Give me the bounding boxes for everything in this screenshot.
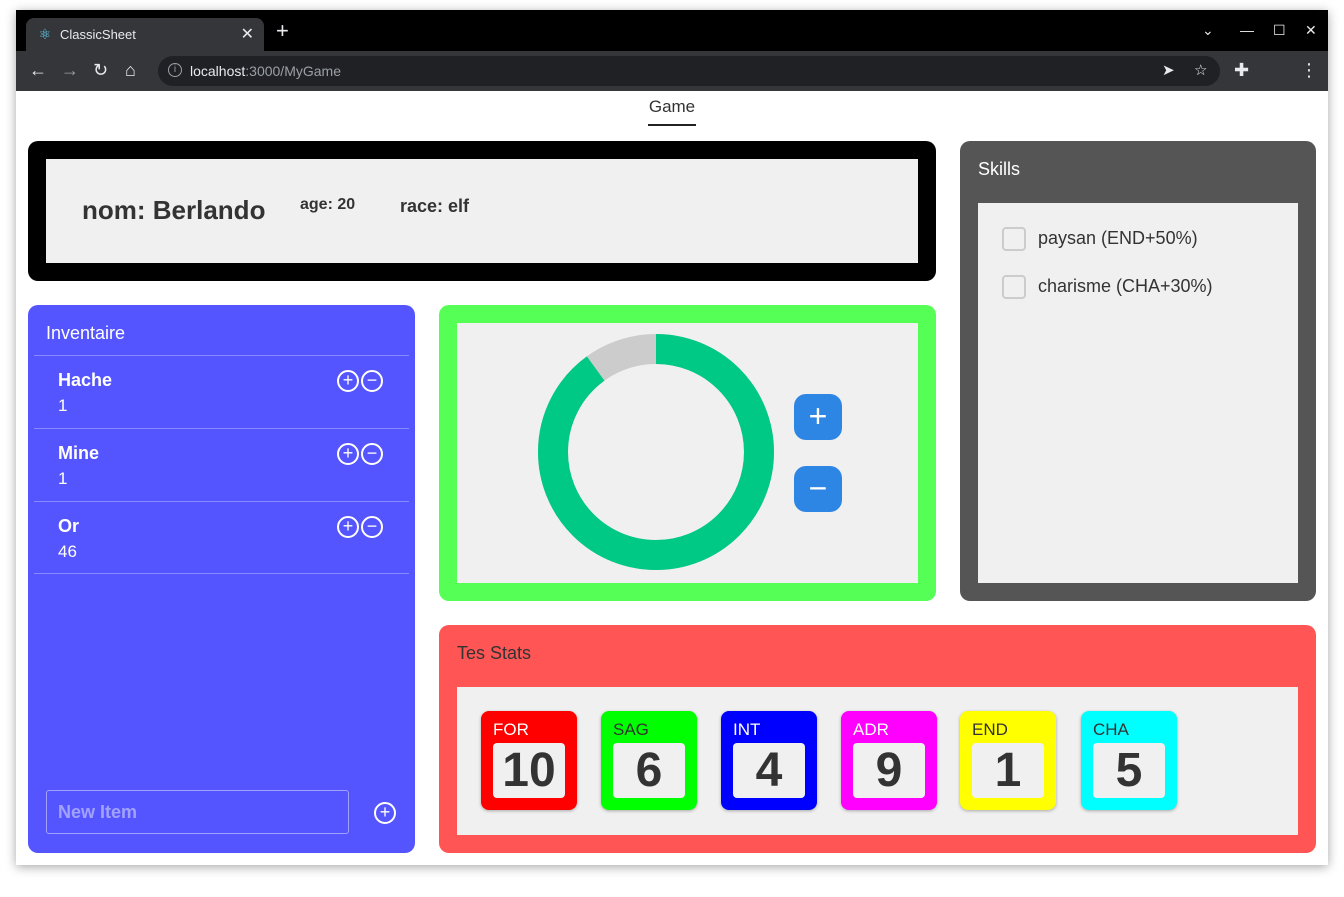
browser-window: ⚛ ClassicSheet ✕ + ⌄ — ☐ ✕ ← → ↻ ⌂ i loc… (16, 10, 1328, 865)
skills-card: Skills paysan (END+50%) charisme (CHA+30… (960, 141, 1316, 601)
tab-indicator (648, 124, 696, 126)
character-age: age: 20 (300, 196, 356, 213)
skill-label: paysan (END+50%) (1038, 228, 1198, 248)
stat-for: FOR 10 (481, 711, 577, 810)
page: Game nom: Berlando age: 20 race: elf Ski… (16, 91, 1328, 865)
stat-label: CHA (1093, 720, 1129, 739)
skills-panel: paysan (END+50%) charisme (CHA+30%) (978, 203, 1298, 583)
item-quantity: 1 (58, 396, 68, 415)
inventory-title: Inventaire (46, 323, 126, 343)
address-bar[interactable]: i localhost:3000/MyGame ➤ ☆ (158, 56, 1220, 86)
stat-label: SAG (613, 720, 649, 739)
item-name: Hache (58, 370, 113, 390)
stat-label: FOR (493, 720, 529, 739)
new-tab-button[interactable]: + (276, 20, 289, 42)
browser-toolbar: ← → ↻ ⌂ i localhost:3000/MyGame ➤ ☆ ✚ ⋮ (16, 51, 1328, 91)
item-name: Mine (58, 443, 100, 463)
inventory-item: Mine 1 + − (34, 428, 409, 501)
back-icon[interactable]: ← (29, 60, 47, 80)
tab-bar: ⚛ ClassicSheet ✕ + ⌄ — ☐ ✕ (16, 10, 1328, 51)
stat-adr: ADR 9 (841, 711, 937, 810)
stat-int: INT 4 (721, 711, 817, 810)
maximize-icon[interactable]: ☐ (1273, 22, 1286, 38)
stat-sag: SAG 6 (601, 711, 697, 810)
inventory-item: Or 46 + − (34, 501, 409, 574)
site-info-icon[interactable]: i (168, 63, 182, 77)
url-text[interactable]: localhost:3000/MyGame (190, 63, 341, 79)
stat-end: END 1 (960, 711, 1056, 810)
character-card: nom: Berlando age: 20 race: elf (28, 141, 936, 281)
react-icon: ⚛ (38, 26, 52, 42)
increment-icon[interactable]: + (337, 370, 359, 392)
inventory-item: Hache 1 + − (34, 355, 409, 428)
new-item-input[interactable] (46, 790, 349, 834)
decrement-icon[interactable]: − (361, 443, 383, 465)
skill-checkbox[interactable] (1002, 227, 1026, 251)
stat-value: 4 (733, 743, 805, 798)
tab-title: ClassicSheet (60, 27, 136, 42)
stats-title: Tes Stats (457, 643, 532, 663)
health-panel: + − (457, 323, 918, 583)
health-card: + − (439, 305, 936, 601)
stat-label: ADR (853, 720, 889, 739)
stats-card: Tes Stats FOR 10 SAG 6 INT 4 ADR 9 END 1… (439, 625, 1316, 853)
item-quantity: 1 (58, 469, 68, 488)
bookmark-star-icon[interactable]: ☆ (1194, 61, 1207, 79)
forward-icon[interactable]: → (61, 60, 79, 80)
increment-icon[interactable]: + (337, 516, 359, 538)
character-race: race: elf (400, 196, 470, 216)
close-window-icon[interactable]: ✕ (1305, 22, 1317, 38)
tab-game[interactable]: Game (648, 97, 696, 117)
increment-icon[interactable]: + (337, 443, 359, 465)
stat-value: 10 (493, 743, 565, 798)
close-tab-icon[interactable]: ✕ (241, 24, 254, 44)
stats-panel: FOR 10 SAG 6 INT 4 ADR 9 END 1 CHA 5 (457, 687, 1298, 835)
stat-label: INT (733, 720, 761, 739)
skill-label: charisme (CHA+30%) (1038, 276, 1213, 296)
skill-checkbox[interactable] (1002, 275, 1026, 299)
stat-value: 9 (853, 743, 925, 798)
stat-label: END (972, 720, 1008, 739)
inventory-list: Hache 1 + − Mine 1 + − Or 46 + − (34, 355, 409, 574)
donut-fill (538, 334, 774, 570)
item-name: Or (58, 516, 80, 536)
extensions-icon[interactable]: ✚ (1234, 60, 1249, 80)
item-quantity: 46 (58, 542, 77, 561)
menu-icon[interactable]: ⋮ (1300, 60, 1318, 80)
tab-search-icon[interactable]: ⌄ (1202, 22, 1214, 38)
add-health-button[interactable]: + (794, 394, 842, 440)
decrement-icon[interactable]: − (361, 370, 383, 392)
skills-title: Skills (978, 159, 1021, 179)
inventory-card: Inventaire Hache 1 + − Mine 1 + − Or 46 (28, 305, 415, 853)
character-name: nom: Berlando (82, 195, 266, 225)
stat-cha: CHA 5 (1081, 711, 1177, 810)
send-icon[interactable]: ➤ (1162, 61, 1175, 79)
health-donut (538, 334, 774, 570)
decrement-icon[interactable]: − (361, 516, 383, 538)
stat-value: 5 (1093, 743, 1165, 798)
reload-icon[interactable]: ↻ (93, 60, 108, 80)
minimize-icon[interactable]: — (1240, 22, 1254, 38)
browser-tab[interactable]: ⚛ ClassicSheet ✕ (26, 18, 264, 51)
stat-value: 6 (613, 743, 685, 798)
character-panel: nom: Berlando age: 20 race: elf (46, 159, 918, 263)
add-item-icon[interactable]: + (374, 802, 396, 824)
home-icon[interactable]: ⌂ (125, 60, 136, 80)
stat-value: 1 (972, 743, 1044, 798)
remove-health-button[interactable]: − (794, 466, 842, 512)
